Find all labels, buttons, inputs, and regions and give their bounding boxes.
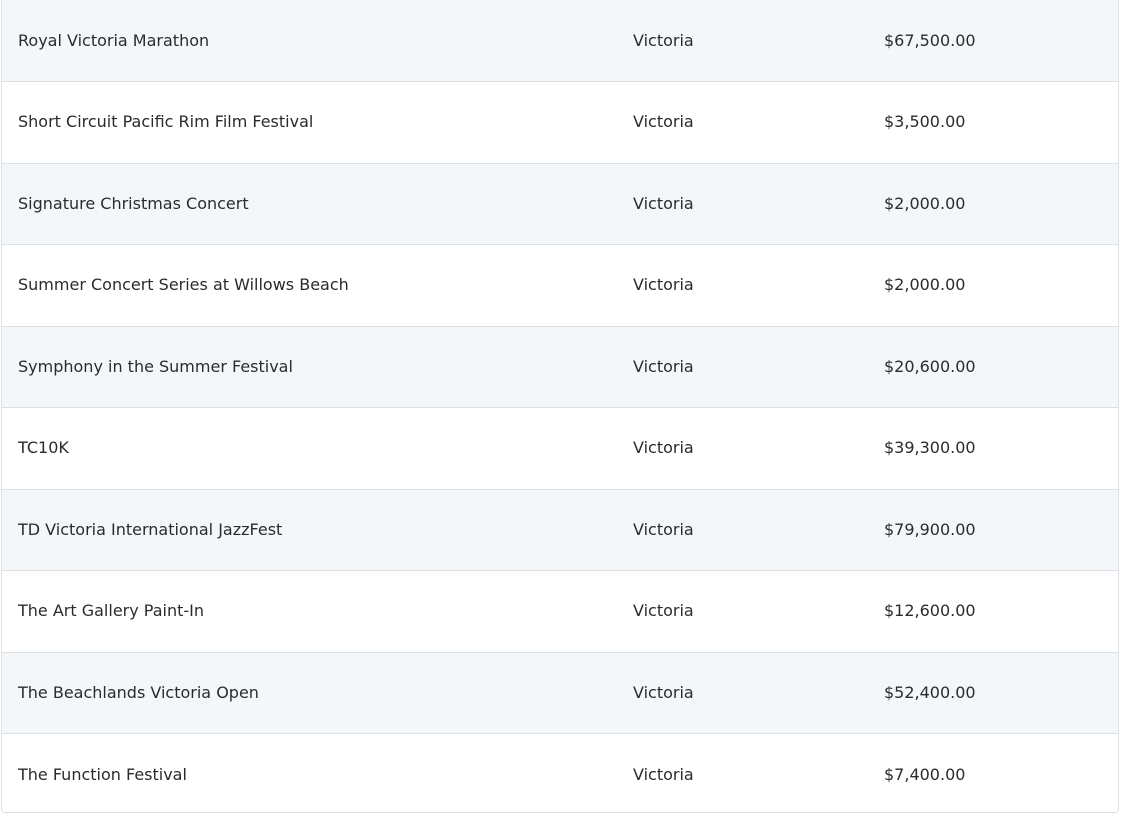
city-cell: Victoria [617, 652, 868, 734]
event-name-cell: Royal Victoria Marathon [2, 0, 617, 82]
grants-table: Royal Victoria Marathon Victoria $67,500… [1, 0, 1119, 813]
amount-cell: $7,400.00 [884, 764, 966, 784]
city-cell: Victoria [617, 163, 868, 245]
amount-cell: $39,300.00 [868, 407, 1118, 490]
amount-cell: $79,900.00 [868, 489, 1118, 571]
city-cell: Victoria [617, 0, 868, 82]
amount-cell: $67,500.00 [868, 0, 1118, 82]
city-cell: Victoria [617, 326, 868, 408]
event-name-cell: Symphony in the Summer Festival [2, 326, 617, 408]
amount-cell: $2,000.00 [868, 163, 1118, 245]
city-cell: Victoria [617, 244, 868, 327]
table-row: Signature Christmas Concert Victoria $2,… [2, 163, 1118, 245]
event-name-cell: Summer Concert Series at Willows Beach [2, 244, 617, 327]
table-row: Royal Victoria Marathon Victoria $67,500… [2, 0, 1118, 82]
table-row: The Art Gallery Paint-In Victoria $12,60… [2, 570, 1118, 653]
city-cell: Victoria [617, 81, 868, 164]
city-cell: Victoria [633, 764, 694, 784]
table-row: The Beachlands Victoria Open Victoria $5… [2, 652, 1118, 734]
amount-cell: $20,600.00 [868, 326, 1118, 408]
event-name-cell: Short Circuit Pacific Rim Film Festival [2, 81, 617, 164]
table-row: Short Circuit Pacific Rim Film Festival … [2, 81, 1118, 164]
amount-cell: $52,400.00 [868, 652, 1118, 734]
city-cell: Victoria [617, 407, 868, 490]
table-row: TD Victoria International JazzFest Victo… [2, 489, 1118, 571]
table-row: The Function Festival Victoria $7,400.00 [2, 733, 1118, 812]
table-row: TC10K Victoria $39,300.00 [2, 407, 1118, 490]
city-cell: Victoria [617, 489, 868, 571]
city-cell: Victoria [617, 570, 868, 653]
amount-cell: $3,500.00 [868, 81, 1118, 164]
event-name-cell: The Beachlands Victoria Open [2, 652, 617, 734]
amount-cell: $12,600.00 [868, 570, 1118, 653]
event-name-cell: TC10K [2, 407, 617, 490]
events-table: Royal Victoria Marathon Victoria $67,500… [2, 0, 1118, 812]
table-row: Summer Concert Series at Willows Beach V… [2, 244, 1118, 327]
table-row: Symphony in the Summer Festival Victoria… [2, 326, 1118, 408]
event-name-cell: Signature Christmas Concert [2, 163, 617, 245]
event-name-cell: The Function Festival [18, 764, 187, 784]
amount-cell: $2,000.00 [868, 244, 1118, 327]
event-name-cell: TD Victoria International JazzFest [2, 489, 617, 571]
event-name-cell: The Art Gallery Paint-In [2, 570, 617, 653]
